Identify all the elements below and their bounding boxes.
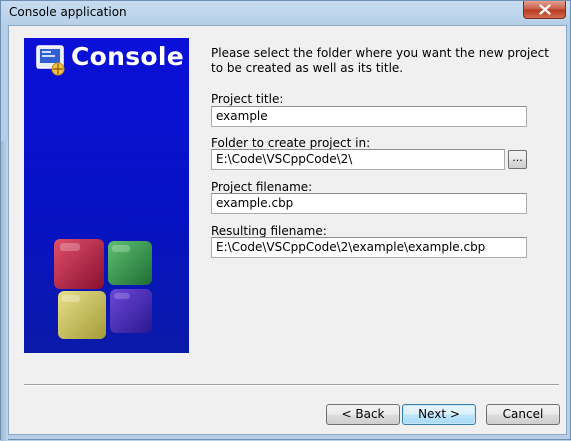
dialog-window: Console application Console Please selec… xyxy=(0,0,571,441)
banner-title: Console xyxy=(71,42,185,71)
console-icon xyxy=(36,45,65,76)
close-button[interactable] xyxy=(523,1,566,19)
project-filename-label: Project filename: xyxy=(211,180,313,194)
project-filename-input[interactable]: example.cbp xyxy=(211,193,527,214)
back-button[interactable]: < Back xyxy=(326,404,400,425)
project-title-label: Project title: xyxy=(211,92,284,106)
button-separator xyxy=(24,384,559,386)
window-edge xyxy=(1,141,8,441)
cancel-button[interactable]: Cancel xyxy=(486,404,560,425)
wizard-banner: Console xyxy=(24,38,189,353)
dialog-client-area: Console Please select the folder where y… xyxy=(8,25,567,435)
resulting-filename-label: Resulting filename: xyxy=(211,224,327,238)
close-icon xyxy=(538,4,551,15)
window-title: Console application xyxy=(9,5,127,19)
title-bar[interactable]: Console application xyxy=(1,1,570,25)
intro-text: Please select the folder where you want … xyxy=(211,46,549,75)
next-button[interactable]: Next > xyxy=(402,404,476,425)
folder-input[interactable]: E:\Code\VSCppCode\2\ xyxy=(211,149,505,170)
project-title-input[interactable]: example xyxy=(211,106,527,127)
codeblocks-cubes-logo xyxy=(54,239,152,339)
resulting-filename-field[interactable]: E:\Code\VSCppCode\2\example\example.cbp xyxy=(211,237,527,258)
folder-label: Folder to create project in: xyxy=(211,136,371,150)
browse-folder-button[interactable]: ... xyxy=(508,150,527,169)
